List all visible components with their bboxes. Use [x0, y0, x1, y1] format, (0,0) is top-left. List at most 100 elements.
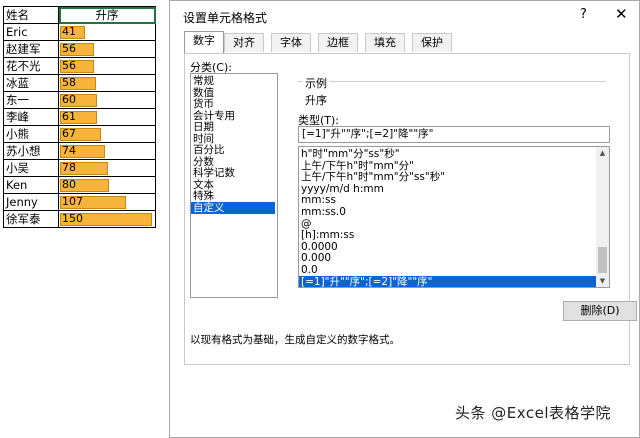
value-cell[interactable]: 41	[58, 23, 156, 41]
category-item[interactable]: 文本	[191, 179, 275, 191]
value-text: 74	[62, 144, 76, 157]
category-item[interactable]: 日期	[191, 121, 275, 133]
table-row: 小熊 67	[3, 125, 156, 143]
value-cell[interactable]: 80	[58, 176, 156, 194]
value-cell[interactable]: 61	[58, 108, 156, 126]
tab-fill[interactable]: 填充	[365, 33, 405, 52]
name-cell[interactable]: Jenny	[3, 193, 59, 211]
value-cell[interactable]: 56	[58, 40, 156, 58]
value-cell[interactable]: 78	[58, 159, 156, 177]
tab-border[interactable]: 边框	[318, 33, 358, 52]
value-text: 58	[62, 76, 76, 89]
sample-value: 升序	[305, 94, 327, 107]
value-cell[interactable]: 74	[58, 142, 156, 160]
category-item[interactable]: 时间	[191, 133, 275, 145]
sample-group	[298, 81, 606, 111]
table-row: 小吴 78	[3, 159, 156, 177]
value-text: 67	[62, 127, 76, 140]
table-row: Ken 80	[3, 176, 156, 194]
table-row: 花不光 56	[3, 57, 156, 75]
format-item[interactable]: h"时"mm"分"ss"秒"	[299, 148, 596, 160]
delete-button[interactable]: 删除(D)	[563, 301, 637, 321]
category-item[interactable]: 百分比	[191, 144, 275, 156]
sample-label: 示例	[303, 75, 329, 91]
category-item[interactable]: 特殊	[191, 190, 275, 202]
value-text: 56	[62, 42, 76, 55]
table-row: Jenny 107	[3, 193, 156, 211]
help-icon[interactable]: ?	[580, 7, 587, 22]
name-cell[interactable]: 花不光	[3, 57, 59, 75]
category-item[interactable]: 分数	[191, 156, 275, 168]
value-text: 56	[62, 59, 76, 72]
header-sort-cell[interactable]: 升序	[58, 6, 156, 24]
table-row: Eric 41	[3, 23, 156, 41]
format-description: 以现有格式为基础，生成自定义的数字格式。	[190, 334, 400, 346]
value-cell[interactable]: 56	[58, 57, 156, 75]
tab-alignment[interactable]: 对齐	[224, 33, 264, 52]
scroll-up-icon[interactable]: ▲	[596, 147, 609, 159]
category-list[interactable]: 常规 数值 货币 会计专用 日期 时间 百分比 分数 科学记数 文本 特殊 自定义	[190, 73, 278, 298]
name-cell[interactable]: Ken	[3, 176, 59, 194]
scroll-down-icon[interactable]: ▼	[596, 275, 609, 287]
table-row: 东一 60	[3, 91, 156, 109]
tab-number[interactable]: 数字	[184, 31, 224, 53]
value-cell[interactable]: 150	[58, 210, 156, 228]
dialog-title: 设置单元格格式	[183, 11, 268, 25]
name-cell[interactable]: Eric	[3, 23, 59, 41]
value-text: 150	[62, 212, 83, 225]
format-item[interactable]: [=1]"升""序";[=2]"降""序"	[299, 275, 596, 287]
format-list[interactable]: [=1]"升""序";[=2]"降""序" 0.0 0.000 0.0000 [h]:m…	[298, 146, 610, 288]
format-item[interactable]: 上午/下午h"时"mm"分"	[299, 160, 596, 172]
table-row: 徐军泰 150	[3, 210, 156, 228]
table-row: 冰蓝 58	[3, 74, 156, 92]
format-item[interactable]: 上午/下午h"时"mm"分"ss"秒"	[299, 171, 596, 183]
tab-protection[interactable]: 保护	[412, 33, 452, 52]
format-item[interactable]: mm:ss	[299, 194, 596, 206]
category-item[interactable]: 常规	[191, 75, 275, 87]
close-icon[interactable]: ✕	[615, 5, 628, 23]
value-cell[interactable]: 67	[58, 125, 156, 143]
value-text: 107	[62, 195, 83, 208]
category-item[interactable]: 会计专用	[191, 110, 275, 122]
type-input[interactable]: [=1]"升""序";[=2]"降""序"	[298, 126, 610, 143]
scroll-thumb[interactable]	[598, 247, 607, 273]
header-name-cell[interactable]: 姓名	[3, 6, 59, 24]
value-text: 80	[62, 178, 76, 191]
category-item[interactable]: 货币	[191, 98, 275, 110]
format-list-scrollbar[interactable]: ▲ ▼	[596, 147, 609, 287]
value-cell[interactable]: 107	[58, 193, 156, 211]
value-text: 61	[62, 110, 76, 123]
name-cell[interactable]: 冰蓝	[3, 74, 59, 92]
format-cells-dialog: 设置单元格格式 ? ✕ 数字 对齐 字体 边框 填充 保护 分类(C): 常规数…	[169, 0, 640, 438]
format-item[interactable]: yyyy/m/d h:mm	[299, 183, 596, 195]
name-cell[interactable]: 徐军泰	[3, 210, 59, 228]
format-item[interactable]: 0.000	[299, 252, 596, 264]
table-row: 李峰 61	[3, 108, 156, 126]
watermark: 头条 @Excel表格学院	[455, 404, 612, 422]
format-item[interactable]: mm:ss.0	[299, 206, 596, 218]
name-cell[interactable]: 赵建军	[3, 40, 59, 58]
header-row: 姓名 升序	[3, 6, 156, 24]
value-text: 78	[62, 161, 76, 174]
data-table: 姓名 升序 Eric 41 赵建军 56 花不光 56 冰蓝 58 东一 60 李峰 61 小熊 67 苏小…	[3, 6, 156, 228]
format-item[interactable]: @	[299, 218, 596, 230]
name-cell[interactable]: 苏小想	[3, 142, 59, 160]
table-row: 赵建军 56	[3, 40, 156, 58]
format-item[interactable]: 0.0	[299, 264, 596, 276]
name-cell[interactable]: 东一	[3, 91, 59, 109]
name-cell[interactable]: 小熊	[3, 125, 59, 143]
category-item[interactable]: 数值	[191, 87, 275, 99]
value-cell[interactable]: 60	[58, 91, 156, 109]
name-cell[interactable]: 小吴	[3, 159, 59, 177]
spreadsheet: 姓名 升序 Eric 41 赵建军 56 花不光 56 冰蓝 58 东一 60 李峰 61 小熊 67 苏小…	[0, 0, 160, 438]
table-row: 苏小想 74	[3, 142, 156, 160]
format-item[interactable]: 0.0000	[299, 241, 596, 253]
value-cell[interactable]: 58	[58, 74, 156, 92]
value-text: 41	[62, 25, 76, 38]
tab-font[interactable]: 字体	[271, 33, 311, 52]
category-item[interactable]: 自定义	[191, 201, 275, 214]
format-item[interactable]: [h]:mm:ss	[299, 229, 596, 241]
name-cell[interactable]: 李峰	[3, 108, 59, 126]
value-text: 60	[62, 93, 76, 106]
category-item[interactable]: 科学记数	[191, 167, 275, 179]
